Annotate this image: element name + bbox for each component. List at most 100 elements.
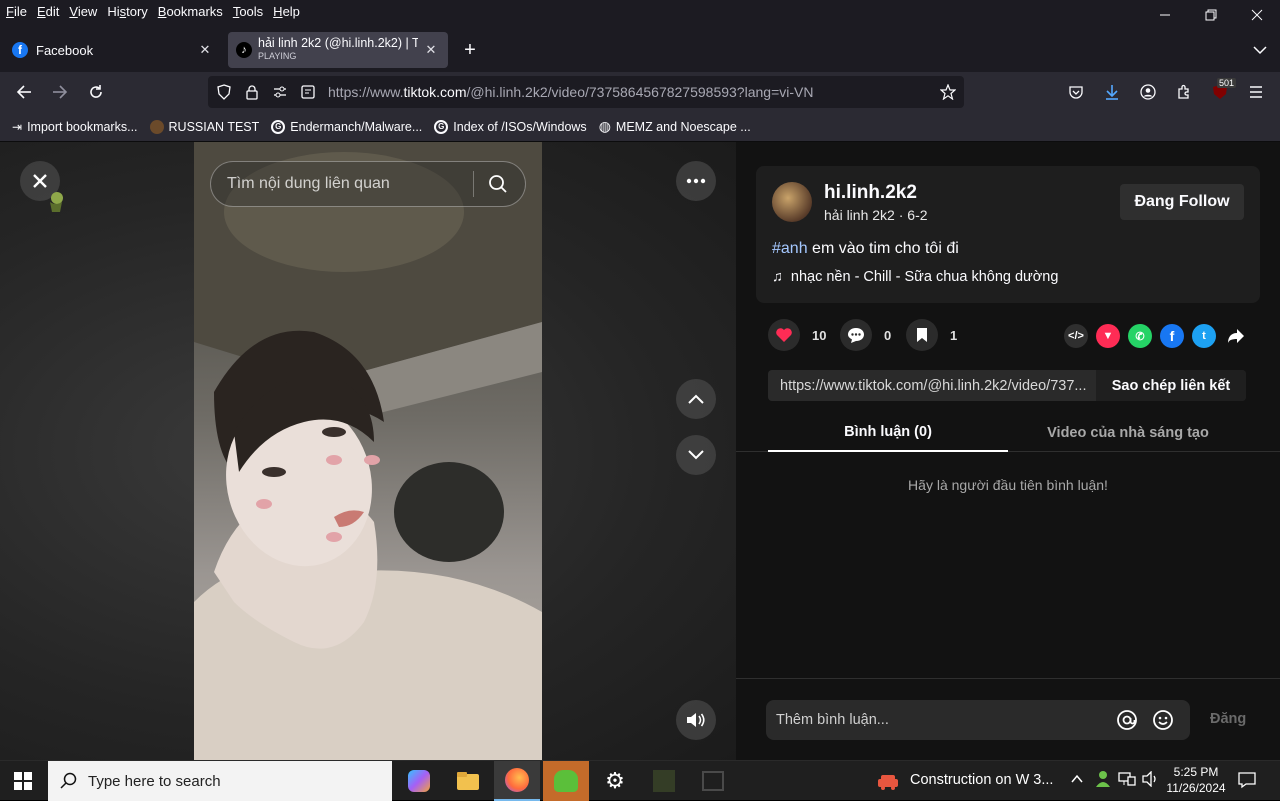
video-player[interactable] [194,142,542,760]
tab-close-icon[interactable]: ✕ [422,41,440,59]
embed-icon[interactable]: </> [1064,324,1088,348]
settings-gear-icon[interactable]: ⚙ [592,761,638,801]
bookmark-item[interactable]: G Index of /ISOs/Windows [434,119,587,134]
next-video-button[interactable] [676,435,716,475]
whatsapp-icon[interactable]: ✆ [1128,324,1152,348]
more-options-button[interactable] [676,161,716,201]
copy-link-button[interactable]: Sao chép liên kết [1096,370,1246,401]
lock-icon[interactable] [244,84,260,100]
menu-view[interactable]: View [64,4,102,19]
speaker-icon[interactable] [1142,770,1160,792]
search-input[interactable]: Tìm nội dung liên quan [227,175,473,193]
ellipsis-icon [686,178,706,184]
comment-action[interactable]: 0 [840,319,891,351]
menu-history[interactable]: History [102,4,152,19]
app-window-icon[interactable] [690,761,736,801]
navigation-toolbar: https://www.tiktok.com/@hi.linh.2k2/vide… [0,72,1280,112]
tab-list-chevron-icon[interactable] [1248,38,1272,62]
new-tab-icon[interactable]: + [458,38,482,62]
news-widget[interactable]: Construction on W 3... [876,769,1053,791]
avatar[interactable] [772,182,812,222]
windows-start-icon[interactable] [0,761,46,801]
comment-input[interactable]: Thêm bình luận... [776,712,1116,728]
bookmark-item[interactable]: G Endermanch/Malware... [271,119,422,134]
detail-panel: hi.linh.2k2 hải linh 2k2 · 6-2 Đang Foll… [736,142,1280,760]
url-bar[interactable]: https://www.tiktok.com/@hi.linh.2k2/vide… [208,76,964,108]
save-action[interactable]: 1 [906,319,957,351]
reader-view-icon[interactable] [300,84,316,100]
tab-facebook[interactable]: f Facebook ✕ [4,32,222,68]
music-link[interactable]: ♫ nhạc nền - Chill - Sữa chua không dường [772,269,1058,285]
people-icon[interactable] [1094,770,1112,793]
tab-title: Facebook [36,42,94,58]
tiktok-icon: ♪ [236,42,252,58]
bookmark-item[interactable]: ⇥ Import bookmarks... [12,120,138,134]
url-text[interactable]: https://www.tiktok.com/@hi.linh.2k2/vide… [328,84,813,100]
bookmarks-toolbar: ⇥ Import bookmarks... RUSSIAN TEST G Ender… [0,112,1280,142]
back-icon[interactable] [10,78,38,106]
google-icon: G [434,119,449,134]
minecraft-icon[interactable] [641,761,687,801]
tab-tiktok[interactable]: ♪ hải linh 2k2 (@hi.linh.2k2) | TikTok P… [228,32,448,68]
previous-video-button[interactable] [676,379,716,419]
send-to-friends-icon[interactable]: ▼ [1096,324,1120,348]
import-icon: ⇥ [12,119,23,134]
heart-icon [768,319,800,351]
site-icon [149,119,164,134]
menu-help[interactable]: Help [268,4,305,19]
tracking-shield-icon[interactable] [216,84,232,100]
search-icon [60,772,78,790]
copy-link-box: https://www.tiktok.com/@hi.linh.2k2/vide… [768,370,1246,401]
forward-icon[interactable] [46,78,74,106]
tab-creator-videos[interactable]: Video của nhà sáng tạo [1008,414,1248,452]
volume-icon [687,713,705,727]
volume-button[interactable] [676,700,716,740]
post-comment-button[interactable]: Đăng [1210,711,1246,727]
hamburger-menu-icon[interactable] [1242,78,1270,106]
menu-file[interactable]: File [0,4,32,19]
notifications-icon[interactable] [1238,771,1256,794]
copilot-icon[interactable] [396,761,442,801]
tab-close-icon[interactable]: ✕ [196,41,214,59]
menu-edit[interactable]: Edit [32,4,64,19]
extensions-icon[interactable] [1170,78,1198,106]
tab-comments[interactable]: Bình luận (0) [768,414,1008,452]
search-icon[interactable] [488,174,508,194]
username[interactable]: hi.linh.2k2 [824,182,917,204]
game-app-icon[interactable] [543,761,589,801]
reload-icon[interactable] [82,78,110,106]
firefox-icon[interactable] [494,761,540,801]
google-icon: G [271,119,286,134]
pocket-icon[interactable] [1062,78,1090,106]
clock[interactable]: 5:25 PM 11/26/2024 [1164,764,1228,796]
hashtag-link[interactable]: #anh [772,240,808,257]
bookmark-item[interactable]: ◍ MEMZ and Noescape ... [599,118,751,135]
network-icon[interactable] [1118,771,1136,792]
extension-badge: 501 [1216,78,1236,88]
file-explorer-icon[interactable] [445,761,491,801]
twitter-icon[interactable]: t [1192,324,1216,348]
menu-bookmarks[interactable]: Bookmarks [153,4,228,19]
emoji-icon[interactable] [1152,709,1174,731]
share-arrow-icon[interactable] [1224,324,1248,348]
downloads-icon[interactable] [1098,78,1126,106]
facebook-share-icon[interactable]: f [1160,324,1184,348]
related-search-bar[interactable]: Tìm nội dung liên quan [210,161,526,207]
ublock-icon[interactable]: 501 [1206,78,1236,106]
bookmark-icon [906,319,938,351]
bookmark-star-icon[interactable] [940,84,956,100]
empty-comments-text: Hãy là người đầu tiên bình luận! [908,477,1108,493]
music-note-icon: ♫ [772,269,783,285]
menu-tools[interactable]: Tools [228,4,268,19]
follow-button[interactable]: Đang Follow [1120,184,1244,220]
video-area: Tìm nội dung liên quan [0,142,736,760]
bookmark-item[interactable]: RUSSIAN TEST [149,119,259,134]
account-icon[interactable] [1134,78,1162,106]
taskbar-search-box[interactable]: Type here to search [48,761,392,801]
mention-icon[interactable] [1116,709,1138,731]
chevron-down-icon [688,450,704,460]
show-hidden-icons-chevron-icon[interactable] [1070,772,1084,791]
permissions-icon[interactable] [272,84,288,100]
video-link-text[interactable]: https://www.tiktok.com/@hi.linh.2k2/vide… [780,378,1096,394]
like-action[interactable]: 10 [768,319,826,351]
